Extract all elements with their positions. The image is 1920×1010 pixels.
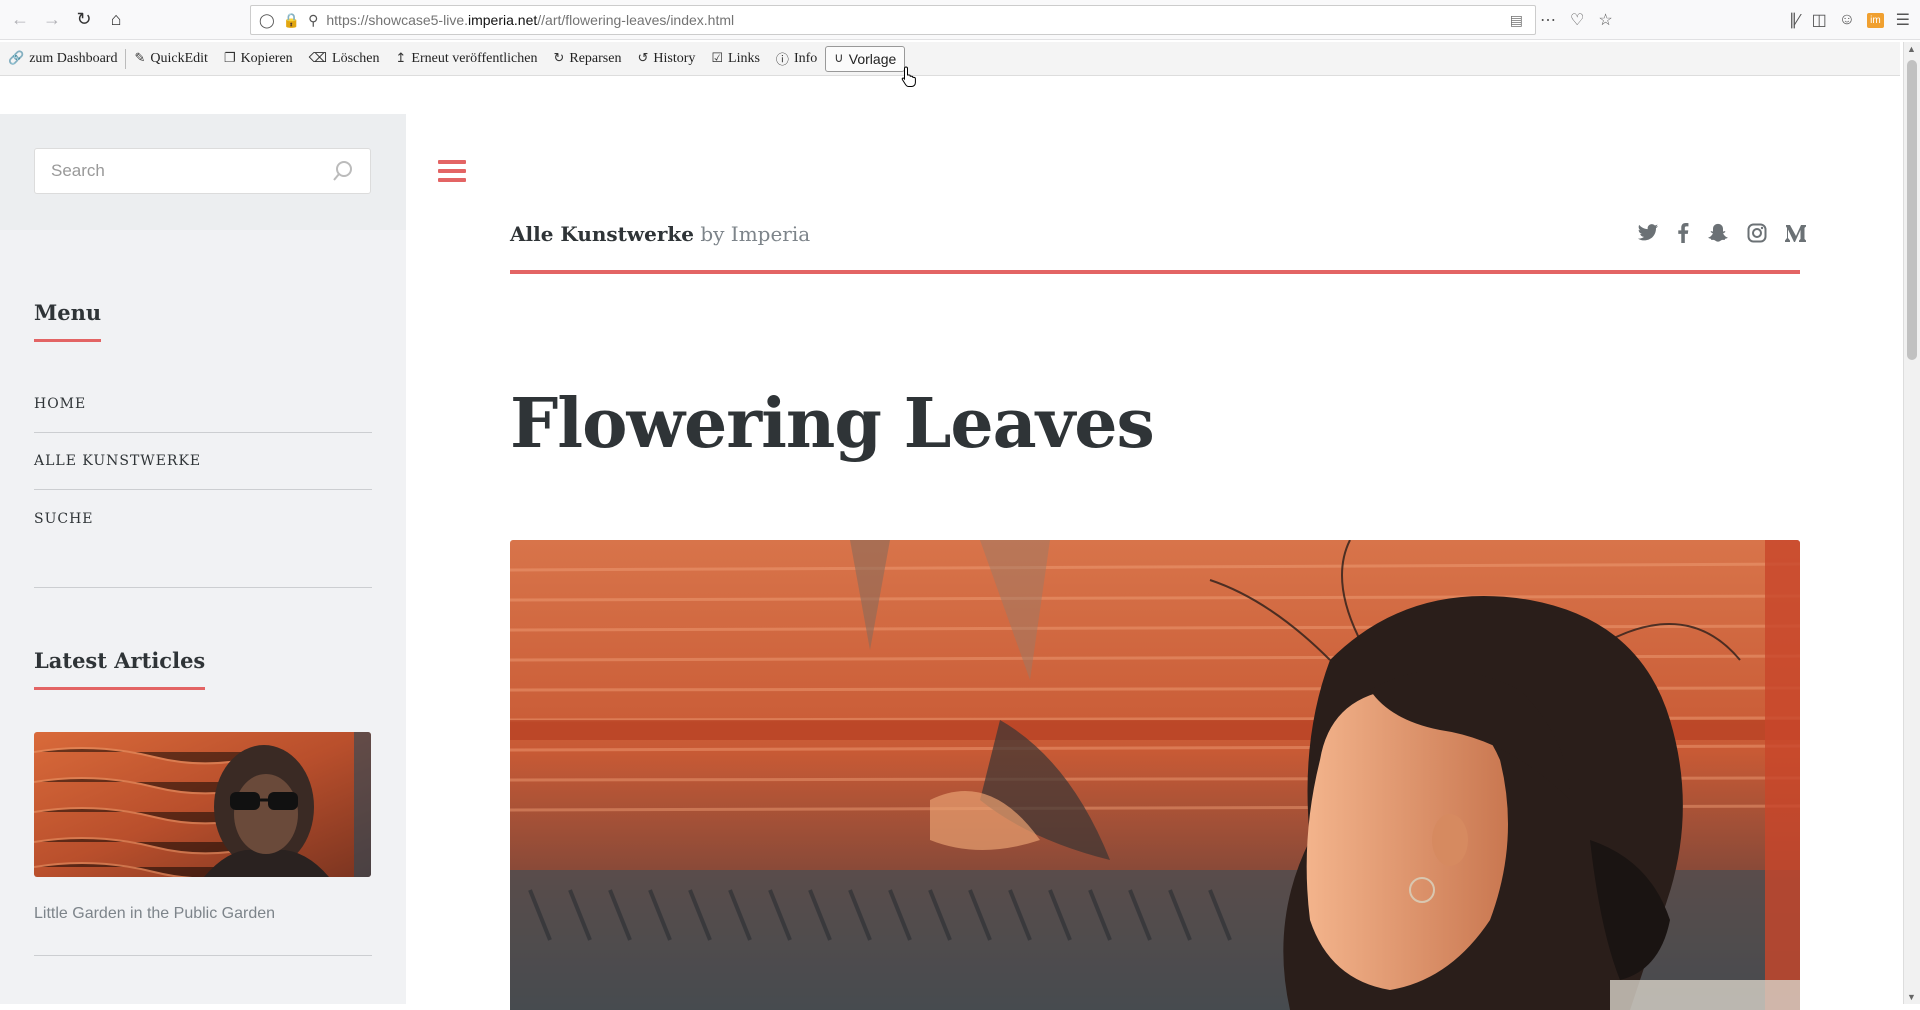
toolbar-label: History xyxy=(653,50,696,66)
toolbar-info[interactable]: ⓘ Info xyxy=(768,46,825,72)
history-icon: ↺ xyxy=(637,51,649,66)
pocket-icon[interactable]: ♡ xyxy=(1570,10,1584,30)
forward-icon[interactable]: → xyxy=(36,4,68,36)
divider xyxy=(34,955,372,956)
hamburger-menu-icon[interactable] xyxy=(438,160,466,182)
toolbar-dashboard[interactable]: 🔗 zum Dashboard xyxy=(0,46,125,72)
cms-toolbar: 🔗 zum Dashboard ✎ QuickEdit ❐ Kopieren ⌫… xyxy=(0,42,1900,76)
scroll-down-icon[interactable]: ▼ xyxy=(1907,992,1916,1002)
menu-icon[interactable]: ☰ xyxy=(1896,10,1910,30)
scrollbar-thumb[interactable] xyxy=(1907,60,1917,360)
more-actions-icon[interactable]: ⋯ xyxy=(1540,10,1556,30)
social-links xyxy=(1637,223,1807,243)
sidebar-search-area: Search xyxy=(0,114,406,230)
search-input[interactable]: Search xyxy=(34,148,371,194)
toolbar-label: Vorlage xyxy=(848,50,897,67)
bookmark-star-icon[interactable]: ☆ xyxy=(1598,10,1612,30)
toolbar-history[interactable]: ↺ History xyxy=(629,46,703,72)
sidebar-toggle-icon[interactable]: ◫ xyxy=(1812,10,1827,30)
shield-icon[interactable]: ◯ xyxy=(259,12,275,29)
menu-item-alle-kunstwerke[interactable]: ALLE KUNSTWERKE xyxy=(34,433,372,490)
url-prefix: https://showcase5-live. xyxy=(326,12,468,28)
page-scrollbar[interactable]: ▲ ▼ xyxy=(1903,42,1920,1004)
browser-toolbar: ← → ↻ ⌂ ◯ 🔒 ⚲ https://showcase5-live. imp… xyxy=(0,0,1920,40)
info-icon: ⓘ xyxy=(775,53,789,68)
snapchat-icon[interactable] xyxy=(1707,223,1729,243)
site-title[interactable]: Alle Kunstwerke by Imperia xyxy=(510,222,810,246)
page-title: Flowering Leaves xyxy=(510,384,1155,464)
menu-list: HOME ALLE KUNSTWERKE SUCHE xyxy=(34,376,372,547)
refresh-icon: ↻ xyxy=(553,51,565,66)
sidebar: Search Menu HOME ALLE KUNSTWERKE SUCHE L… xyxy=(0,114,406,1004)
back-icon[interactable]: ← xyxy=(4,4,36,36)
toolbar-template[interactable]: ∪ Vorlage xyxy=(825,45,906,72)
search-icon[interactable] xyxy=(332,160,354,182)
instagram-icon[interactable] xyxy=(1747,223,1767,243)
article-title[interactable]: Little Garden in the Public Garden xyxy=(34,905,372,923)
toolbar-label: Kopieren xyxy=(240,50,293,66)
check-square-icon: ☑ xyxy=(711,51,724,66)
home-icon[interactable]: ⌂ xyxy=(100,4,132,36)
divider xyxy=(34,587,372,588)
reload-icon[interactable]: ↻ xyxy=(68,4,100,36)
toolbar-label: Reparsen xyxy=(569,50,622,66)
facebook-icon[interactable] xyxy=(1677,223,1689,243)
toolbar-label: Erneut veröffentlichen xyxy=(411,50,538,66)
copy-icon: ❐ xyxy=(223,51,236,66)
toolbar-reparse[interactable]: ↻ Reparsen xyxy=(545,46,629,72)
lock-icon[interactable]: 🔒 xyxy=(283,12,300,29)
menu-heading: Menu xyxy=(34,300,102,342)
site-name: Alle Kunstwerke xyxy=(510,222,694,246)
toolbar-delete[interactable]: ⌫ Löschen xyxy=(301,46,388,72)
twitter-icon[interactable] xyxy=(1637,223,1659,243)
key-icon[interactable]: ⚲ xyxy=(308,12,318,29)
toolbar-label: Links xyxy=(728,50,760,66)
article-thumbnail[interactable] xyxy=(34,732,371,877)
reader-mode-icon[interactable]: ▤ xyxy=(1510,12,1523,29)
search-placeholder: Search xyxy=(51,161,105,180)
eraser-icon: ⌫ xyxy=(308,51,328,66)
site-byline: by Imperia xyxy=(700,222,811,246)
url-host: imperia.net xyxy=(468,12,538,28)
extension-icon[interactable]: im xyxy=(1867,12,1884,28)
edit-icon: ✎ xyxy=(134,51,146,66)
magnet-icon: ∪ xyxy=(834,51,844,66)
library-icon[interactable]: ∥⁄ xyxy=(1789,10,1800,30)
toolbar-quickedit[interactable]: ✎ QuickEdit xyxy=(126,46,215,72)
url-path: //art/flowering-leaves/index.html xyxy=(537,12,735,28)
main-content: Alle Kunstwerke by Imperia Flowering Lea… xyxy=(406,76,1903,1010)
toolbar-republish[interactable]: ↥ Erneut veröffentlichen xyxy=(387,46,545,72)
toolbar-label: Info xyxy=(793,50,818,66)
toolbar-label: QuickEdit xyxy=(150,50,208,66)
menu-item-home[interactable]: HOME xyxy=(34,376,372,433)
account-icon[interactable]: ☺ xyxy=(1839,11,1855,29)
toolbar-copy[interactable]: ❐ Kopieren xyxy=(216,46,301,72)
toolbar-label: Löschen xyxy=(332,50,380,66)
toolbar-links[interactable]: ☑ Links xyxy=(703,46,768,72)
scroll-up-icon[interactable]: ▲ xyxy=(1907,44,1916,54)
menu-item-suche[interactable]: SUCHE xyxy=(34,490,372,547)
upload-icon: ↥ xyxy=(395,51,407,66)
toolbar-label: zum Dashboard xyxy=(29,50,118,66)
url-bar[interactable]: ◯ 🔒 ⚲ https://showcase5-live. imperia.net… xyxy=(250,5,1536,35)
hero-image xyxy=(510,540,1800,1010)
link-icon: 🔗 xyxy=(8,51,25,66)
header-divider xyxy=(510,270,1800,274)
medium-icon[interactable] xyxy=(1785,223,1807,243)
latest-articles-heading: Latest Articles xyxy=(34,648,206,690)
